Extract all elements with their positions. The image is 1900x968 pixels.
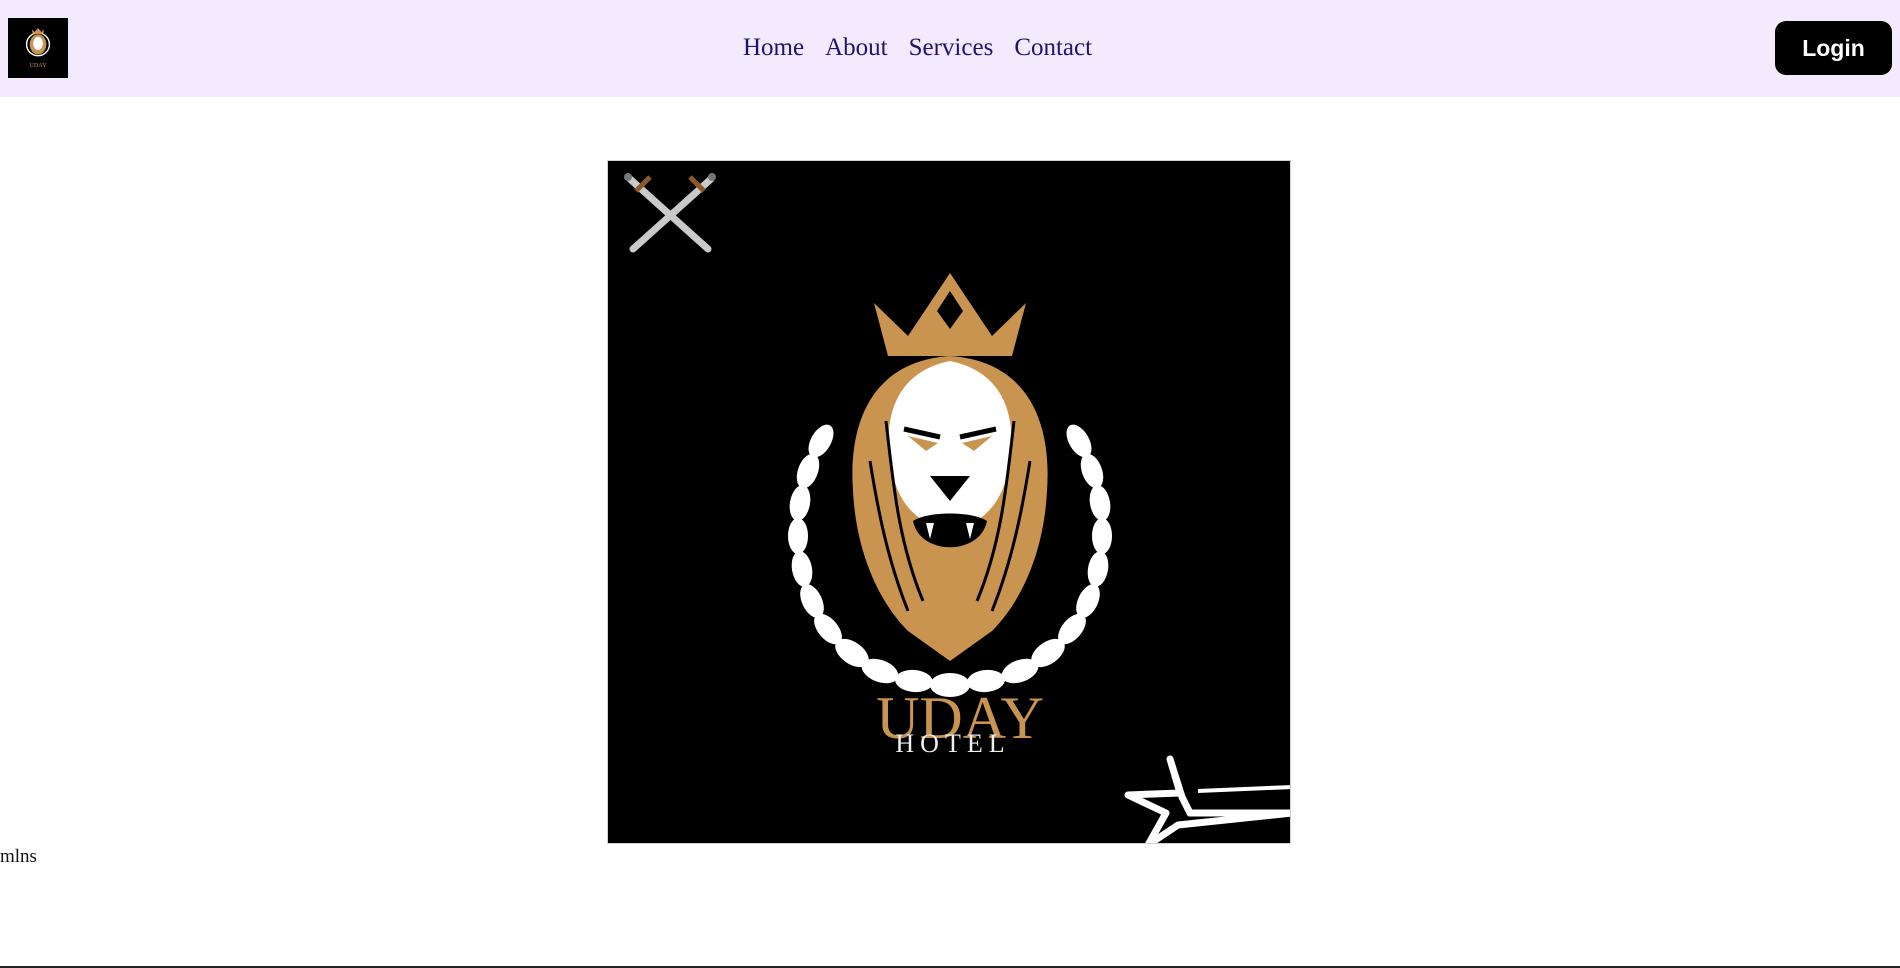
lion-crest-icon: UDAY HOTEL <box>608 161 1290 843</box>
navbar: UDAY Home About Services Contact Login <box>0 0 1900 97</box>
stray-text: mlns <box>0 846 37 867</box>
nav-link-about[interactable]: About <box>825 28 888 68</box>
nav-link-home[interactable]: Home <box>743 28 804 68</box>
lion-crest-icon: UDAY <box>8 18 68 78</box>
hero-logo-image: UDAY HOTEL <box>607 160 1291 844</box>
nav-link-contact[interactable]: Contact <box>1014 28 1092 68</box>
page: UDAY Home About Services Contact Login U… <box>0 0 1900 968</box>
brand-subtitle-text: HOTEL <box>895 729 1010 758</box>
nav-link-services[interactable]: Services <box>909 28 994 68</box>
svg-text:UDAY: UDAY <box>29 63 47 69</box>
login-button[interactable]: Login <box>1775 21 1892 75</box>
nav-logo[interactable]: UDAY <box>8 18 68 78</box>
nav-links: Home About Services Contact <box>743 28 1092 68</box>
